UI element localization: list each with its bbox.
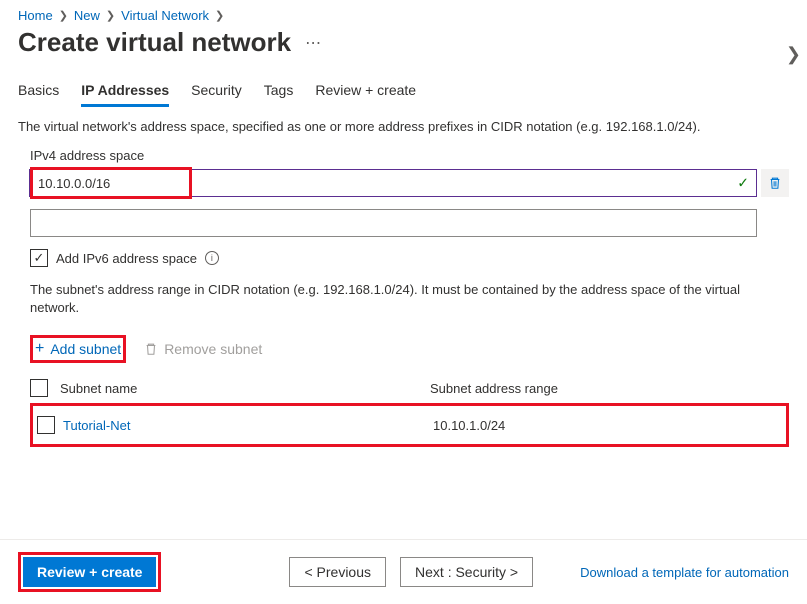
subnet-description: The subnet's address range in CIDR notat… — [30, 281, 770, 317]
footer: Review + create < Previous Next : Securi… — [0, 539, 807, 604]
subnet-name-link[interactable]: Tutorial-Net — [63, 418, 130, 433]
remove-subnet-label: Remove subnet — [164, 341, 262, 357]
ipv6-label: Add IPv6 address space — [56, 251, 197, 266]
info-icon[interactable]: i — [205, 251, 219, 265]
download-template-link[interactable]: Download a template for automation — [580, 565, 789, 580]
row-checkbox[interactable] — [37, 416, 55, 434]
breadcrumb-vnet[interactable]: Virtual Network — [121, 8, 209, 23]
trash-icon — [144, 342, 158, 356]
previous-button[interactable]: < Previous — [289, 557, 386, 587]
ipv4-address-input-empty[interactable] — [30, 209, 757, 237]
delete-address-button[interactable] — [761, 169, 789, 197]
chevron-right-icon: ❯ — [59, 9, 68, 22]
breadcrumb-home[interactable]: Home — [18, 8, 53, 23]
trash-icon — [768, 176, 782, 190]
breadcrumb: Home ❯ New ❯ Virtual Network ❯ — [18, 8, 789, 23]
page-title: Create virtual network — [18, 27, 291, 58]
chevron-right-icon: ❯ — [215, 9, 224, 22]
subnet-range-value: 10.10.1.0/24 — [433, 418, 786, 433]
ipv4-label: IPv4 address space — [18, 148, 789, 163]
address-space-description: The virtual network's address space, spe… — [18, 119, 789, 134]
table-row: Tutorial-Net 10.10.1.0/24 — [30, 403, 789, 447]
select-all-checkbox[interactable] — [30, 379, 48, 397]
tab-security[interactable]: Security — [191, 76, 242, 107]
checkmark-icon: ✓ — [737, 175, 749, 192]
tabs: Basics IP Addresses Security Tags Review… — [18, 76, 789, 107]
subnet-table-header: Subnet name Subnet address range — [30, 373, 789, 403]
column-subnet-range: Subnet address range — [430, 381, 789, 396]
remove-subnet-button: Remove subnet — [144, 341, 262, 357]
next-button[interactable]: Next : Security > — [400, 557, 533, 587]
add-subnet-label: Add subnet — [50, 341, 121, 357]
tab-review[interactable]: Review + create — [315, 76, 416, 107]
chevron-right-icon: ❯ — [106, 9, 115, 22]
review-create-button[interactable]: Review + create — [23, 557, 156, 587]
plus-icon: + — [35, 340, 44, 358]
breadcrumb-new[interactable]: New — [74, 8, 100, 23]
more-menu-icon[interactable]: ⋯ — [305, 33, 322, 53]
add-subnet-button[interactable]: + Add subnet — [35, 340, 121, 358]
tab-tags[interactable]: Tags — [264, 76, 294, 107]
column-subnet-name: Subnet name — [60, 381, 430, 396]
ipv6-checkbox[interactable]: ✓ — [30, 249, 48, 267]
tab-basics[interactable]: Basics — [18, 76, 59, 107]
chevron-right-icon[interactable]: ❯ — [786, 44, 801, 65]
tab-ip-addresses[interactable]: IP Addresses — [81, 76, 169, 107]
